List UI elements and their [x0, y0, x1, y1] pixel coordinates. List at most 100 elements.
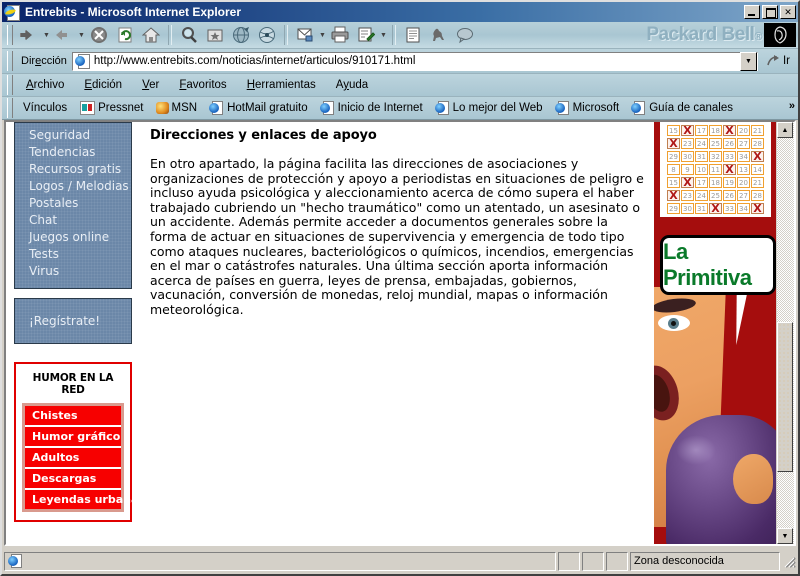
search-button[interactable] [176, 23, 202, 47]
sidebar-item-tendencias[interactable]: Tendencias [15, 144, 131, 161]
menu-favoritos[interactable]: Favoritos [169, 77, 236, 93]
lottery-cell: 26 [723, 190, 736, 201]
link-microsoft[interactable]: Microsoft [549, 100, 626, 116]
toolbar-grip[interactable] [7, 25, 13, 45]
sidebar-item-postales[interactable]: Postales [15, 195, 131, 212]
msn-butterfly-icon [155, 102, 169, 114]
kangaroo-icon[interactable] [426, 23, 452, 47]
address-input[interactable]: http://www.entrebits.com/noticias/intern… [71, 51, 758, 71]
pressnet-icon [80, 101, 96, 115]
links-grip[interactable] [7, 98, 13, 118]
packard-bell-head-logo[interactable] [764, 23, 796, 47]
lottery-cell: 20 [737, 177, 750, 188]
link-pressnet[interactable]: Pressnet [74, 100, 149, 116]
lottery-cell: 17 [695, 125, 708, 136]
close-button[interactable]: ✕ [780, 5, 796, 19]
mail-dropdown-icon[interactable]: ▼ [318, 24, 327, 46]
menu-herramientas[interactable]: Herramientas [237, 77, 326, 93]
stop-button[interactable] [86, 23, 112, 47]
triangle-down-icon: ▼ [781, 532, 789, 540]
lottery-cell: 34 [737, 203, 750, 214]
menu-ver[interactable]: Ver [132, 77, 169, 93]
humor-item-humor-grafico[interactable]: Humor gráfico [25, 427, 121, 448]
home-button[interactable] [138, 23, 164, 47]
humor-item-leyendas-urbanas[interactable]: Leyendas urbanas [25, 490, 145, 509]
menu-edicion[interactable]: Edición [74, 77, 132, 93]
go-button[interactable]: Ir [758, 54, 798, 68]
article: Direcciones y enlaces de apoyo En otro a… [146, 122, 651, 318]
link-hotmail[interactable]: HotMail gratuito [203, 100, 314, 116]
minimize-button[interactable] [744, 5, 760, 19]
address-dropdown-button[interactable]: ▼ [739, 51, 757, 71]
lottery-cell: 17 [695, 177, 708, 188]
lottery-cell-marked: X [681, 124, 694, 137]
scroll-down-button[interactable]: ▼ [777, 528, 793, 544]
print-button[interactable] [327, 23, 353, 47]
back-button[interactable] [16, 23, 42, 47]
discuss-button[interactable] [400, 23, 426, 47]
resize-grip[interactable] [782, 554, 796, 568]
lottery-cell: 14 [751, 164, 764, 175]
refresh-button[interactable] [112, 23, 138, 47]
title-bar: Entrebits - Microsoft Internet Explorer … [2, 2, 798, 22]
mail-button[interactable] [292, 23, 318, 47]
advertisement-banner[interactable]: 15 X 17 18 X 20 21 X 23 24 25 26 27 28 2… [654, 122, 777, 544]
sidebar-item-virus[interactable]: Virus [15, 263, 131, 280]
chevron-down-icon: ▼ [745, 57, 752, 65]
links-overflow-icon[interactable]: » [789, 100, 795, 112]
humor-item-descargas[interactable]: Descargas [25, 469, 121, 490]
ie-page-icon [434, 101, 450, 115]
eyebrow-shape [654, 296, 697, 315]
lottery-cell: 29 [667, 203, 680, 214]
link-inicio-internet[interactable]: Inicio de Internet [314, 100, 429, 116]
humor-button-list: Chistes Humor gráfico Adultos Descargas … [22, 403, 145, 512]
favorites-button[interactable] [202, 23, 228, 47]
open-mouth-shape [654, 360, 685, 426]
lottery-cell: 9 [681, 164, 694, 175]
maximize-button[interactable] [762, 5, 778, 19]
status-panel-1 [558, 551, 580, 571]
status-panel-3 [606, 551, 628, 571]
register-box[interactable]: ¡Regístrate! [14, 298, 132, 344]
sidebar-item-juegos-online[interactable]: Juegos online [15, 229, 131, 246]
lottery-cell: 33 [723, 203, 736, 214]
menu-grip[interactable] [7, 75, 13, 95]
sidebar-item-recursos-gratis[interactable]: Recursos gratis [15, 161, 131, 178]
page-vertical-scrollbar[interactable]: ▲ ▼ [776, 122, 794, 544]
lottery-grid-row: X 23 24 25 26 27 28 [660, 137, 771, 150]
lottery-cell: 11 [709, 164, 722, 175]
links-label: Vínculos [23, 102, 68, 114]
link-msn[interactable]: MSN [150, 101, 204, 115]
link-guia-de-canales[interactable]: Guía de canales [625, 100, 739, 116]
channels-button[interactable] [254, 23, 280, 47]
address-grip[interactable] [7, 51, 13, 71]
forward-dropdown-icon[interactable]: ▼ [77, 24, 86, 46]
lottery-cell: 18 [709, 177, 722, 188]
packard-bell-brand: Packard Bell® [646, 24, 762, 45]
lottery-cell: 23 [681, 190, 694, 201]
humor-item-chistes[interactable]: Chistes [25, 406, 121, 427]
security-zone-panel[interactable]: Zona desconocida [630, 551, 780, 571]
speech-bubble-icon[interactable] [452, 23, 478, 47]
sidebar-nav: Seguridad Tendencias Recursos gratis Log… [14, 122, 132, 289]
link-label: Pressnet [98, 102, 144, 114]
scroll-up-button[interactable]: ▲ [777, 122, 793, 138]
sidebar-item-chat[interactable]: Chat [15, 212, 131, 229]
link-label: Inicio de Internet [337, 102, 423, 114]
humor-box: HUMOR EN LA RED Chistes Humor gráfico Ad… [14, 362, 145, 522]
menu-archivo[interactable]: Archivo [16, 77, 74, 93]
humor-item-adultos[interactable]: Adultos [25, 448, 121, 469]
edit-button[interactable] [353, 23, 379, 47]
lottery-cell-marked: X [751, 202, 764, 215]
back-dropdown-icon[interactable]: ▼ [42, 24, 51, 46]
sidebar-item-tests[interactable]: Tests [15, 246, 131, 263]
scrollbar-thumb[interactable] [777, 322, 793, 472]
menu-ayuda[interactable]: Ayuda [326, 77, 378, 93]
link-lo-mejor-del-web[interactable]: Lo mejor del Web [429, 100, 549, 116]
forward-button[interactable] [51, 23, 77, 47]
sidebar-item-logos-melodias[interactable]: Logos / Melodias [15, 178, 131, 195]
edit-dropdown-icon[interactable]: ▼ [379, 24, 388, 46]
sidebar-item-seguridad[interactable]: Seguridad [15, 127, 131, 144]
history-button[interactable] [228, 23, 254, 47]
lottery-cell: 29 [667, 151, 680, 162]
